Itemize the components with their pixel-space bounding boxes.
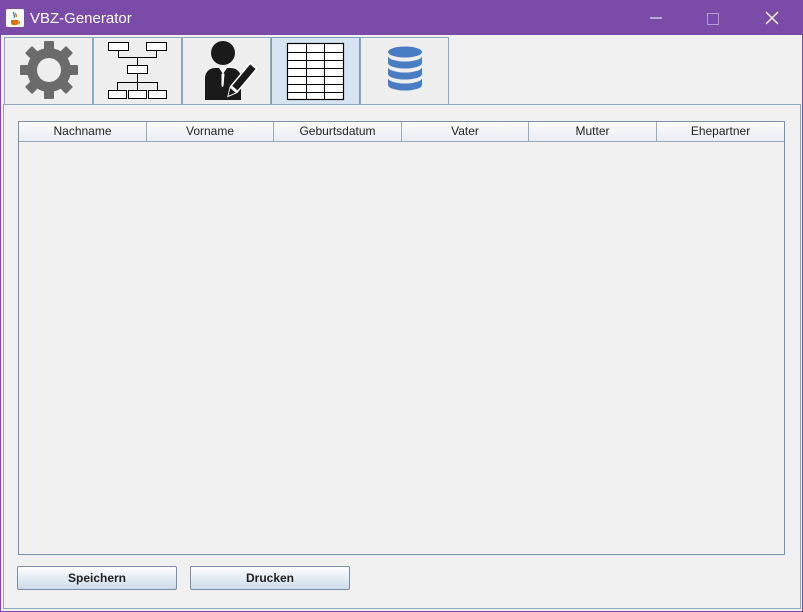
column-header-vater[interactable]: Vater (402, 122, 529, 142)
table-grid-icon (286, 42, 345, 101)
column-header-nachname[interactable]: Nachname (19, 122, 147, 142)
java-app-icon (6, 9, 24, 27)
app-window: VBZ-Generator Nachname Vorname Geburtsda… (0, 0, 803, 612)
minimize-icon (650, 17, 662, 19)
column-header-mutter[interactable]: Mutter (529, 122, 657, 142)
database-icon (388, 46, 422, 91)
tab-hierarchy[interactable] (93, 37, 182, 104)
table-body[interactable] (19, 142, 784, 554)
table-header: Nachname Vorname Geburtsdatum Vater Mutt… (19, 122, 784, 142)
title-bar[interactable]: VBZ-Generator (1, 1, 802, 35)
print-button[interactable]: Drucken (190, 566, 350, 590)
close-button[interactable] (743, 1, 801, 35)
tab-person-edit[interactable] (182, 37, 271, 104)
close-icon (765, 11, 779, 25)
window-title: VBZ-Generator (30, 10, 132, 27)
tab-table[interactable] (271, 37, 360, 104)
column-header-ehepartner[interactable]: Ehepartner (657, 122, 784, 142)
tab-database[interactable] (360, 37, 449, 104)
maximize-button[interactable] (685, 1, 743, 35)
column-header-geburtsdatum[interactable]: Geburtsdatum (274, 122, 402, 142)
org-chart-icon (108, 42, 167, 99)
column-header-vorname[interactable]: Vorname (147, 122, 274, 142)
minimize-button[interactable] (628, 1, 686, 35)
gear-icon (20, 41, 78, 99)
person-table[interactable]: Nachname Vorname Geburtsdatum Vater Mutt… (18, 121, 785, 555)
tab-strip (1, 35, 802, 105)
tab-settings[interactable] (4, 37, 93, 104)
tab-content-panel: Nachname Vorname Geburtsdatum Vater Mutt… (3, 104, 801, 609)
save-button[interactable]: Speichern (17, 566, 177, 590)
person-edit-icon (205, 41, 258, 100)
maximize-icon (707, 13, 719, 25)
